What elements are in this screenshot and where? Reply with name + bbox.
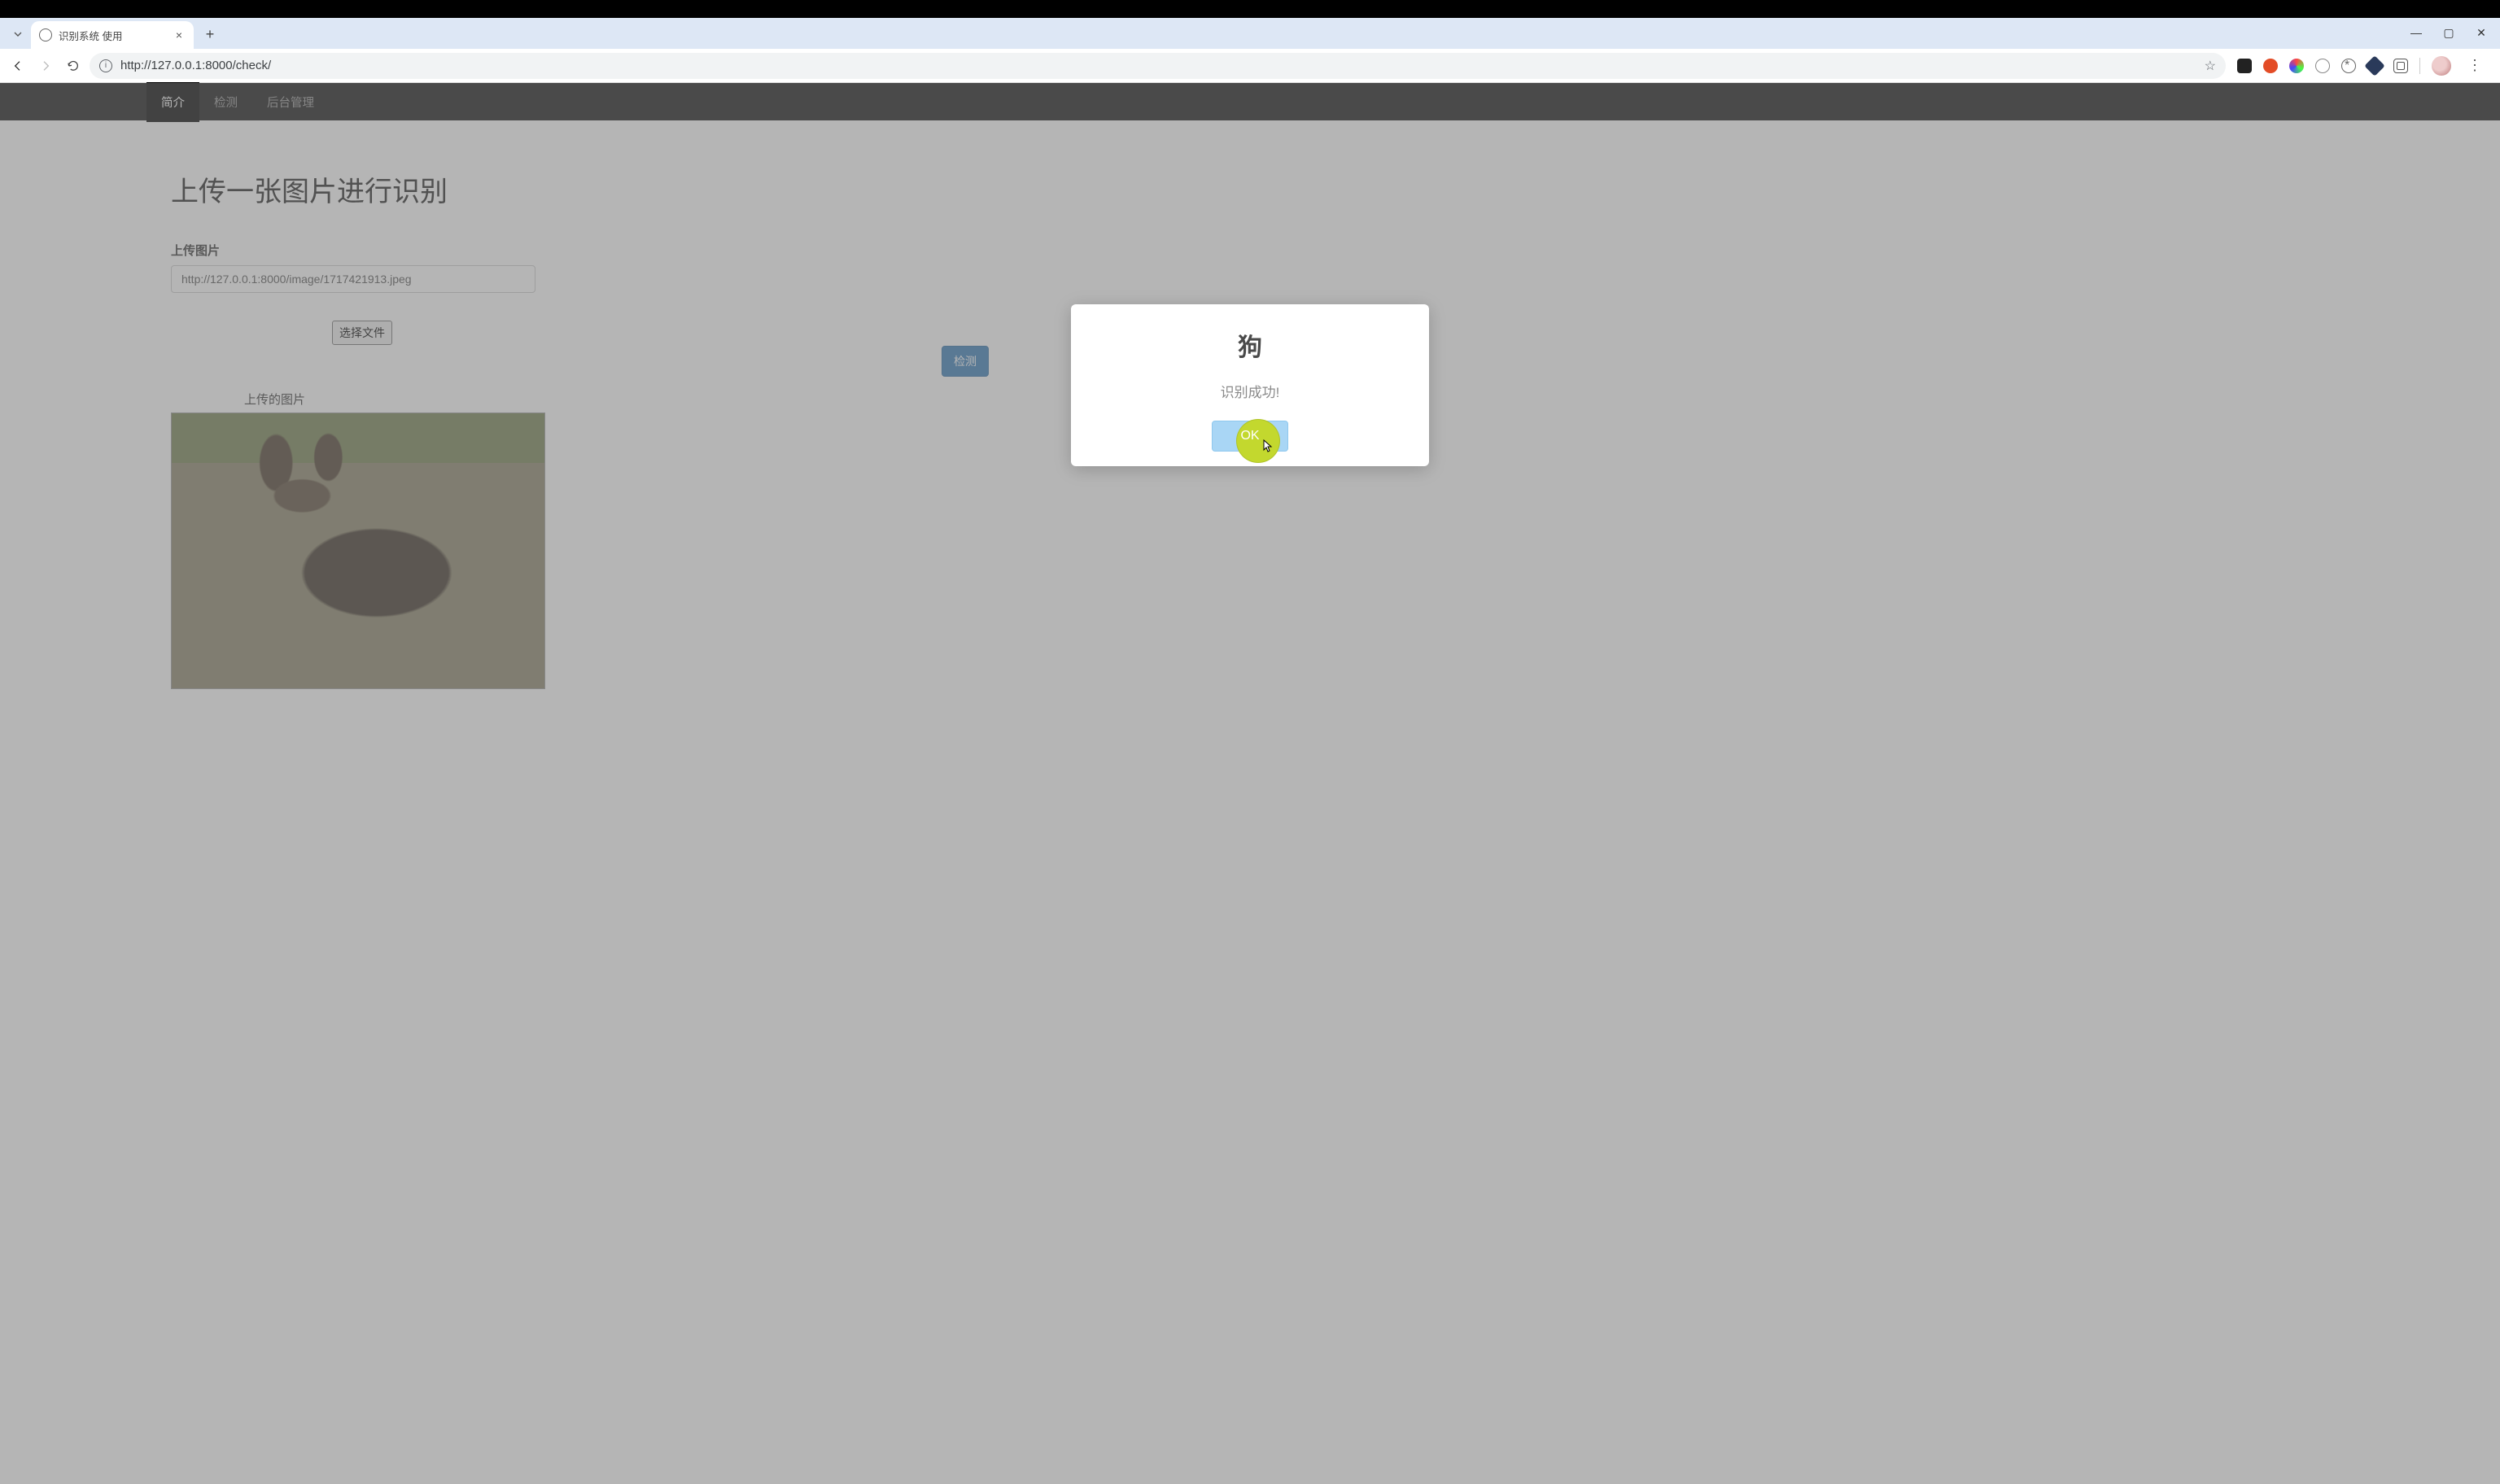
modal-title: 狗 <box>1087 327 1413 363</box>
window-maximize-button[interactable]: ▢ <box>2435 21 2463 44</box>
browser-toolbar: i http://127.0.0.1:8000/check/ ☆ ⋮ <box>0 49 2500 83</box>
site-info-icon[interactable]: i <box>99 59 112 72</box>
tab-title: 识别系统 使用 <box>59 28 166 43</box>
window-top-black-bar <box>0 0 2500 18</box>
modal-message: 识别成功! <box>1087 381 1413 401</box>
chevron-down-icon <box>11 28 24 41</box>
nav-reload-button[interactable] <box>62 55 85 77</box>
nav-back-button[interactable] <box>7 55 29 77</box>
browser-menu-button[interactable]: ⋮ <box>2463 57 2487 74</box>
extension-icon[interactable] <box>2289 59 2304 73</box>
window-close-button[interactable]: ✕ <box>2467 21 2495 44</box>
globe-icon <box>39 28 52 41</box>
nav-forward-button[interactable] <box>34 55 57 77</box>
browser-tab[interactable]: 识别系统 使用 × <box>31 21 194 49</box>
reload-icon <box>67 59 80 72</box>
tab-search-button[interactable] <box>8 24 28 44</box>
extension-icon[interactable] <box>2364 55 2384 76</box>
arrow-left-icon <box>11 59 24 72</box>
modal-ok-button[interactable]: OK <box>1212 421 1287 452</box>
url-text: http://127.0.0.1:8000/check/ <box>120 59 271 72</box>
new-tab-button[interactable]: + <box>199 23 221 46</box>
extension-icon[interactable] <box>2237 59 2252 73</box>
cursor-icon <box>1260 439 1273 460</box>
tab-close-button[interactable]: × <box>173 28 186 41</box>
modal-overlay: 狗 识别成功! OK <box>0 83 2500 1484</box>
separator <box>2419 58 2420 74</box>
browser-tab-strip: 识别系统 使用 × + ― ▢ ✕ <box>0 18 2500 49</box>
profile-avatar[interactable] <box>2432 56 2451 76</box>
extension-icon[interactable] <box>2315 59 2330 73</box>
extensions-menu-icon[interactable] <box>2393 59 2408 73</box>
extension-icons: ⋮ <box>2231 56 2493 76</box>
window-minimize-button[interactable]: ― <box>2402 21 2430 44</box>
modal-ok-label: OK <box>1240 429 1259 443</box>
bookmark-star-icon[interactable]: ☆ <box>2205 58 2216 74</box>
result-modal: 狗 识别成功! OK <box>1071 304 1429 466</box>
arrow-right-icon <box>39 59 52 72</box>
extension-icon[interactable] <box>2263 59 2278 73</box>
address-bar[interactable]: i http://127.0.0.1:8000/check/ ☆ <box>90 53 2226 79</box>
extension-icon[interactable] <box>2341 59 2356 73</box>
